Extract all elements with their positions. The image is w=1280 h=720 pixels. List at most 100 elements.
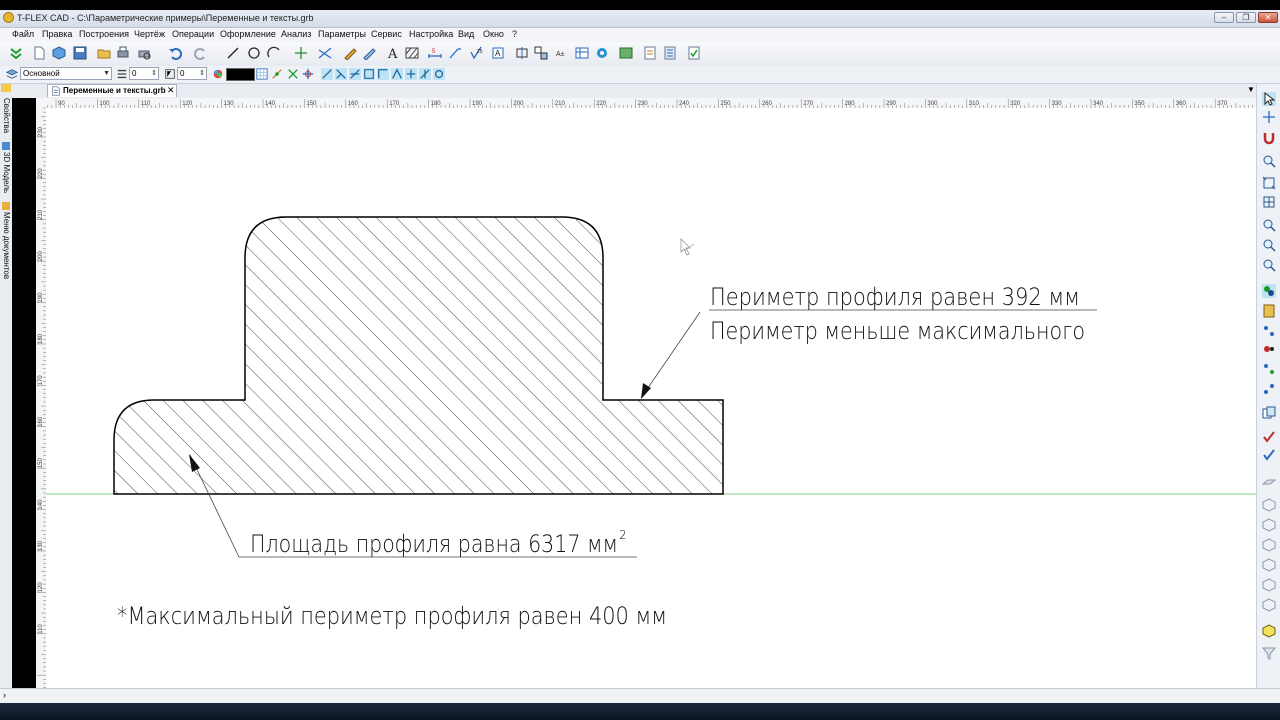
profile-hatch[interactable] [114,217,723,494]
zoom-out-icon[interactable] [1262,238,1276,252]
plane-icon[interactable] [1262,474,1276,488]
node-icon[interactable] [294,46,308,60]
maximize-button[interactable]: ❐ [1236,12,1256,23]
dimension-icon[interactable]: 5 [428,46,442,60]
undo-icon[interactable] [168,46,182,60]
fragment-icon[interactable] [534,46,548,60]
side-tab-properties[interactable]: Свойства [1,98,11,133]
arc-icon[interactable] [267,46,281,60]
snap-toggle-icon[interactable] [1262,324,1276,338]
zoom-fit-icon[interactable] [1262,195,1276,209]
view-left-icon[interactable] [1262,538,1276,552]
tab-list-icon[interactable]: ▼ [1247,85,1255,94]
magnet-icon[interactable] [1262,131,1276,145]
hatch-edit-icon[interactable] [362,46,376,60]
text-icon[interactable]: A [386,46,400,60]
layers-icon[interactable] [1262,284,1276,298]
priority-stepper[interactable]: 0 ⇕ [177,67,207,80]
filter-icon[interactable] [1262,342,1276,356]
view-front-icon[interactable] [1262,498,1276,512]
minimize-button[interactable]: – [1214,12,1234,23]
save-icon[interactable] [73,46,87,60]
menu-view[interactable]: Вид [458,29,474,39]
construction-line-icon[interactable] [318,46,332,60]
color-swatch[interactable] [226,68,255,81]
side-tab-documents-menu[interactable]: Меню документов [1,212,11,279]
view-iso-icon[interactable] [1262,558,1276,572]
snap-icon-7[interactable] [377,68,389,80]
library-icon[interactable] [619,46,633,60]
zoom-in-icon[interactable] [1262,218,1276,232]
bom-icon[interactable] [575,46,589,60]
variables-icon[interactable] [663,46,677,60]
color-icon[interactable] [212,68,224,80]
check-multi-icon[interactable] [1262,448,1276,462]
pan-icon[interactable] [1262,110,1276,124]
snap-icon-2[interactable] [302,68,314,80]
print-preview-icon[interactable] [137,46,151,60]
zoom-prev-icon[interactable] [1262,258,1276,272]
menu-settings[interactable]: Настройка [409,29,453,39]
tab-close-icon[interactable]: ✕ [167,85,175,96]
circle-icon[interactable] [247,46,261,60]
hatch-icon[interactable] [405,46,419,60]
menu-parameters[interactable]: Параметры [318,29,366,39]
box-yellow-icon[interactable] [1262,624,1276,638]
zoom-window-icon[interactable] [1262,176,1276,190]
open-icon[interactable] [97,46,111,60]
drawing-svg[interactable]: Периметр профиля равен 392 мм Периметр м… [46,108,1256,688]
line-icon[interactable] [226,46,240,60]
close-button[interactable]: ✕ [1258,12,1278,23]
snap-icon-4[interactable] [335,68,347,80]
perimeter-text-line2[interactable]: Периметр меньше максимального [710,317,1085,345]
tolerance-icon[interactable]: A [491,46,505,60]
view-top-icon[interactable] [1262,518,1276,532]
sketch-icon[interactable] [343,46,357,60]
check-red-icon[interactable] [1262,430,1276,444]
calculator-icon[interactable] [1262,304,1276,318]
menu-help[interactable]: ? [512,29,517,39]
menu-service[interactable]: Сервис [371,29,402,39]
select-icon[interactable] [1262,92,1276,106]
snap-icon-9[interactable] [405,68,417,80]
snap-icon-5[interactable] [349,68,361,80]
table-icon[interactable]: A± [555,46,569,60]
points-icon[interactable] [1262,362,1276,376]
drawing-canvas[interactable]: Периметр профиля равен 392 мм Периметр м… [46,108,1256,688]
menu-file[interactable]: Файл [12,29,34,39]
level-stepper[interactable]: 0 ⇕ [129,67,159,80]
3d-view-icon[interactable] [595,46,609,60]
checkmark-green-icon[interactable] [9,46,23,60]
funnel-icon[interactable] [1262,646,1276,660]
roughness-icon[interactable]: 25 [469,46,483,60]
layer-select[interactable]: Основной ▼ [20,67,112,80]
area-text[interactable]: Площадь профиля равна 6317 мм [250,530,618,558]
view-back-icon[interactable] [1262,578,1276,592]
zoom-icon[interactable] [1262,154,1276,168]
view-icon[interactable] [515,46,529,60]
menu-construct[interactable]: Построения [79,29,129,39]
snap-icon-11[interactable] [433,68,445,80]
3d-cube-icon[interactable] [52,46,66,60]
menu-formatting[interactable]: Оформление [220,29,276,39]
snap-node-icon[interactable] [271,68,283,80]
perimeter-text-line1[interactable]: Периметр профиля равен 392 мм [710,283,1080,311]
leader-icon[interactable] [448,46,462,60]
menu-window[interactable]: Окно [483,29,504,39]
snap-icon-6[interactable] [363,68,375,80]
menu-operations[interactable]: Операции [172,29,214,39]
redo-icon[interactable] [194,46,208,60]
menu-drawing[interactable]: Чертёж [134,29,165,39]
snap-icon-8[interactable] [391,68,403,80]
snap-icon-10[interactable] [419,68,431,80]
app-icon[interactable] [3,12,14,23]
parameters-icon[interactable] [643,46,657,60]
menu-analysis[interactable]: Анализ [281,29,311,39]
tab-document[interactable]: Переменные и тексты.grb ✕ [47,84,177,97]
print-icon[interactable] [116,46,130,60]
check-icon[interactable] [687,46,701,60]
new-file-icon[interactable] [32,46,46,60]
snap-grid-icon[interactable] [256,68,268,80]
nodes-icon[interactable] [1262,382,1276,396]
snap-icon-3[interactable] [321,68,333,80]
